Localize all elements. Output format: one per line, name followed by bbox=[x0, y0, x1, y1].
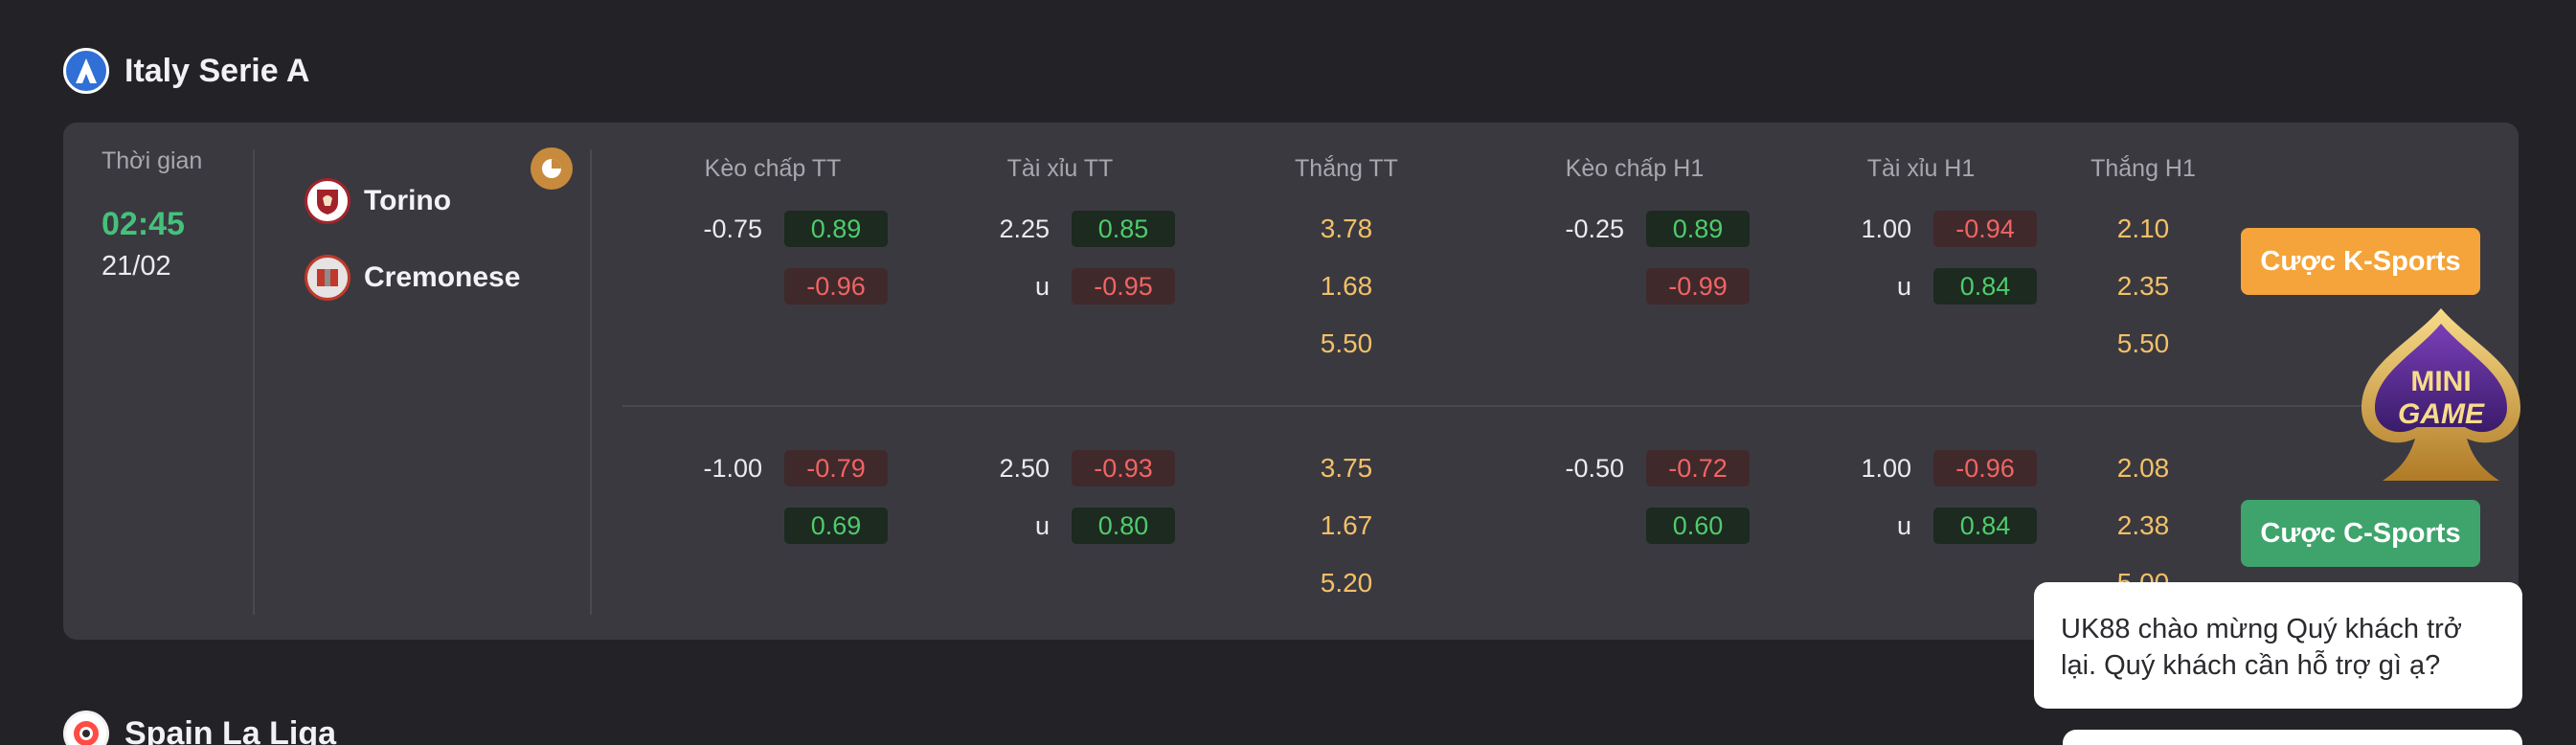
stats-pie-icon[interactable] bbox=[531, 147, 573, 190]
chat-input-edge[interactable] bbox=[2063, 730, 2522, 745]
minigame-text-line2: GAME bbox=[2398, 398, 2485, 430]
under-label: u bbox=[1034, 272, 1050, 301]
torino-logo-icon bbox=[305, 178, 350, 224]
home-team[interactable]: Torino bbox=[305, 178, 520, 224]
handicap-line: -1.00 bbox=[703, 454, 762, 483]
odds-button[interactable]: -0.72 bbox=[1646, 450, 1750, 486]
win-odds[interactable]: 3.75 bbox=[1308, 450, 1385, 486]
odds-button[interactable]: -0.96 bbox=[1933, 450, 2037, 486]
odds-button[interactable]: -0.96 bbox=[784, 268, 888, 305]
odds-button[interactable]: -0.99 bbox=[1646, 268, 1750, 305]
odds-button[interactable]: -0.93 bbox=[1072, 450, 1175, 486]
la-liga-logo-icon bbox=[63, 711, 109, 745]
teams: Torino Cremonese bbox=[305, 178, 520, 331]
handicap-line: -0.50 bbox=[1565, 454, 1624, 483]
time-label: Thời gian bbox=[102, 147, 203, 174]
handicap-line: -0.75 bbox=[703, 214, 762, 243]
away-team[interactable]: Cremonese bbox=[305, 255, 520, 301]
win-odds[interactable]: 1.68 bbox=[1308, 268, 1385, 305]
odds-button[interactable]: -0.94 bbox=[1933, 211, 2037, 247]
win-odds[interactable]: 5.50 bbox=[1308, 326, 1385, 362]
under-label: u bbox=[1896, 511, 1911, 540]
win-odds[interactable]: 3.78 bbox=[1308, 211, 1385, 247]
chat-welcome-bubble[interactable]: UK88 chào mừng Quý khách trở lại. Quý kh… bbox=[2034, 582, 2522, 709]
odds-button[interactable]: 0.85 bbox=[1072, 211, 1175, 247]
bet-k-sports-button[interactable]: Cược K-Sports bbox=[2241, 228, 2480, 295]
handicap-line: -0.25 bbox=[1565, 214, 1624, 243]
win-odds[interactable]: 1.67 bbox=[1308, 508, 1385, 544]
win-odds[interactable]: 2.38 bbox=[2105, 508, 2181, 544]
col-header-win-tt: Thắng TT bbox=[1295, 155, 1398, 182]
odds-button[interactable]: 0.89 bbox=[784, 211, 888, 247]
time-column: Thời gian 02:45 21/02 bbox=[102, 147, 202, 282]
over-under-line: 1.00 bbox=[1861, 214, 1911, 243]
under-label: u bbox=[1034, 511, 1050, 540]
home-team-name: Torino bbox=[364, 185, 452, 216]
win-odds[interactable]: 2.35 bbox=[2105, 268, 2181, 305]
win-odds[interactable]: 5.50 bbox=[2105, 326, 2181, 362]
league-header-serie-a[interactable]: Italy Serie A bbox=[63, 48, 309, 94]
col-header-hdp-h1: Kèo chấp H1 bbox=[1565, 155, 1705, 182]
league-title: Italy Serie A bbox=[124, 52, 310, 89]
divider bbox=[253, 149, 255, 615]
minigame-text-line1: MINI bbox=[2410, 366, 2471, 397]
cremonese-logo-icon bbox=[305, 255, 350, 301]
bet-c-sports-button[interactable]: Cược C-Sports bbox=[2241, 500, 2480, 567]
divider bbox=[622, 405, 2442, 407]
win-odds[interactable]: 5.20 bbox=[1308, 565, 1385, 601]
col-header-win-h1: Thắng H1 bbox=[2090, 155, 2196, 182]
match-time: 02:45 bbox=[102, 206, 185, 242]
serie-a-logo-icon bbox=[63, 48, 109, 94]
over-under-line: 2.25 bbox=[999, 214, 1050, 243]
col-header-hdp-tt: Kèo chấp TT bbox=[704, 155, 842, 182]
spade-icon: MINI GAME bbox=[2361, 308, 2520, 481]
league-title: Spain La Liga bbox=[124, 714, 337, 745]
odds-button[interactable]: 0.84 bbox=[1933, 508, 2037, 544]
league-header-la-liga[interactable]: Spain La Liga bbox=[63, 711, 336, 745]
odds-button[interactable]: 0.69 bbox=[784, 508, 888, 544]
match-date: 21/02 bbox=[102, 251, 171, 282]
match-card: Thời gian 02:45 21/02 Torino Cremonese K… bbox=[63, 123, 2519, 640]
odds-button[interactable]: 0.84 bbox=[1933, 268, 2037, 305]
away-team-name: Cremonese bbox=[364, 261, 521, 293]
odds-button[interactable]: 0.89 bbox=[1646, 211, 1750, 247]
col-header-ou-h1: Tài xỉu H1 bbox=[1866, 155, 1976, 182]
col-header-ou-tt: Tài xỉu TT bbox=[1006, 155, 1114, 182]
odds-button[interactable]: 0.60 bbox=[1646, 508, 1750, 544]
win-odds[interactable]: 2.08 bbox=[2105, 450, 2181, 486]
odds-button[interactable]: 0.80 bbox=[1072, 508, 1175, 544]
odds-button[interactable]: -0.95 bbox=[1072, 268, 1175, 305]
over-under-line: 1.00 bbox=[1861, 454, 1911, 483]
minigame-badge[interactable]: MINI GAME bbox=[2354, 305, 2528, 496]
divider bbox=[590, 149, 592, 615]
odds-button[interactable]: -0.79 bbox=[784, 450, 888, 486]
win-odds[interactable]: 2.10 bbox=[2105, 211, 2181, 247]
over-under-line: 2.50 bbox=[999, 454, 1050, 483]
under-label: u bbox=[1896, 272, 1911, 301]
